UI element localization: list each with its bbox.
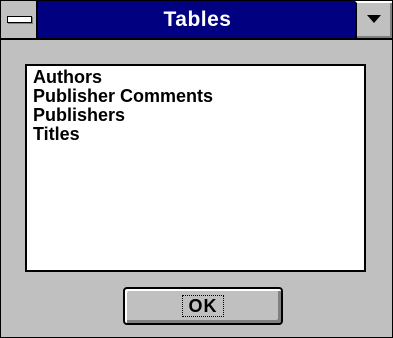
ok-button[interactable]: OK (123, 287, 283, 325)
window-title: Tables (163, 8, 232, 31)
system-menu-icon (7, 16, 32, 23)
tables-dialog: Tables Authors Publisher Comments Publis… (0, 0, 393, 338)
title-bar[interactable]: Tables (1, 1, 392, 40)
list-item-publisher-comments[interactable]: Publisher Comments (33, 87, 358, 106)
list-item-titles[interactable]: Titles (33, 125, 358, 144)
minimize-button[interactable] (355, 1, 392, 38)
list-item-authors[interactable]: Authors (33, 68, 358, 87)
list-item-publishers[interactable]: Publishers (33, 106, 358, 125)
chevron-down-icon (367, 15, 381, 23)
tables-listbox[interactable]: Authors Publisher Comments Publishers Ti… (25, 64, 366, 272)
ok-button-label: OK (182, 295, 224, 317)
system-menu-button[interactable] (1, 1, 38, 38)
